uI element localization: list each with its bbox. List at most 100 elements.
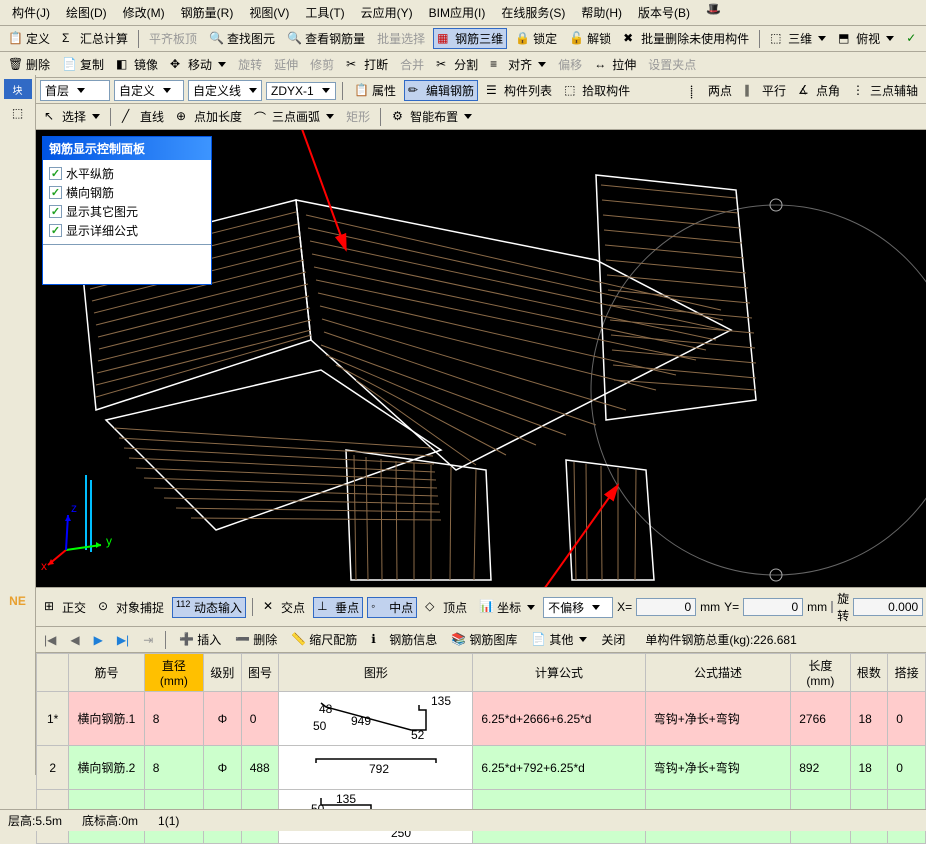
menu-version[interactable]: 版本号(B) bbox=[630, 2, 698, 23]
table-row[interactable]: 1* 横向钢筋.1 8 Φ 0 135 48 949 50 52 bbox=[37, 692, 926, 746]
mid-toggle[interactable]: ◦中点 bbox=[367, 597, 417, 618]
nav-next-button[interactable]: ▶| bbox=[113, 631, 133, 649]
cell-num[interactable]: 横向钢筋.2 bbox=[69, 746, 144, 790]
cell-dia[interactable]: 8 bbox=[144, 746, 203, 790]
split-button[interactable]: ✂分割 bbox=[432, 54, 482, 75]
cell-cnt[interactable]: 18 bbox=[850, 692, 888, 746]
edit-rebar-button[interactable]: ✏编辑钢筋 bbox=[404, 80, 478, 101]
cell-cnt[interactable]: 18 bbox=[850, 746, 888, 790]
menu-modify[interactable]: 修改(M) bbox=[115, 2, 173, 23]
col-num[interactable]: 筋号 bbox=[69, 654, 144, 692]
cell-desc[interactable]: 弯钩+净长+弯钩 bbox=[645, 692, 790, 746]
extend-button[interactable]: 延伸 bbox=[270, 54, 302, 75]
menu-view[interactable]: 视图(V) bbox=[241, 2, 297, 23]
rotate-button[interactable]: 旋转 bbox=[234, 54, 266, 75]
subcat-dropdown[interactable]: 自定义线 bbox=[188, 80, 262, 101]
rotate-input[interactable] bbox=[853, 598, 923, 616]
strip-icon-ne[interactable]: NE bbox=[4, 591, 32, 611]
table-row[interactable]: 2 横向钢筋.2 8 Φ 488 792 6.25*d+792+6.25*d 弯… bbox=[37, 746, 926, 790]
panel-title[interactable]: 钢筋显示控制面板 bbox=[43, 137, 211, 160]
offset-button[interactable]: 偏移 bbox=[554, 54, 586, 75]
nav-end-button[interactable]: ⇥ bbox=[139, 631, 157, 649]
col-grade[interactable]: 级别 bbox=[204, 654, 242, 692]
col-lap[interactable]: 搭接 bbox=[888, 654, 926, 692]
three-point-aux-button[interactable]: ⋮三点辅轴 bbox=[848, 80, 922, 101]
menu-online[interactable]: 在线服务(S) bbox=[493, 2, 573, 23]
close-button[interactable]: 关闭 bbox=[597, 629, 629, 650]
check-other-elem[interactable]: 显示其它图元 bbox=[49, 202, 205, 221]
cell-formula[interactable]: 6.25*d+2666+6.25*d bbox=[473, 692, 645, 746]
two-point-button[interactable]: ⸽两点 bbox=[686, 80, 736, 101]
other-button[interactable]: 📄其他 bbox=[527, 629, 591, 650]
delete-row-button[interactable]: ➖删除 bbox=[231, 629, 281, 650]
parallel-button[interactable]: ∥平行 bbox=[740, 80, 790, 101]
batch-delete-button[interactable]: ✖批量删除未使用构件 bbox=[619, 28, 753, 49]
menu-help[interactable]: 帮助(H) bbox=[573, 2, 630, 23]
properties-button[interactable]: 📋属性 bbox=[350, 80, 400, 101]
unlock-button[interactable]: 🔓解锁 bbox=[565, 28, 615, 49]
menu-rebar[interactable]: 钢筋量(R) bbox=[173, 2, 242, 23]
define-button[interactable]: 📋定义 bbox=[4, 28, 54, 49]
check-detail-formula[interactable]: 显示详细公式 bbox=[49, 221, 205, 240]
offset-mode-dropdown[interactable]: 不偏移 bbox=[543, 597, 613, 618]
vertex-toggle[interactable]: ◇顶点 bbox=[421, 597, 471, 618]
cell-dia[interactable]: 8 bbox=[144, 692, 203, 746]
menu-bim[interactable]: BIM应用(I) bbox=[421, 2, 494, 23]
cell-lap[interactable]: 0 bbox=[888, 746, 926, 790]
add-length-button[interactable]: ⊕点加长度 bbox=[172, 106, 246, 127]
persp-button[interactable]: ⬒俯视 bbox=[834, 28, 898, 49]
col-diameter[interactable]: 直径(mm) bbox=[144, 654, 203, 692]
cell-fig[interactable]: 488 bbox=[241, 746, 279, 790]
batch-select-button[interactable]: 批量选择 bbox=[373, 28, 429, 49]
lock-aspect-checkbox[interactable] bbox=[831, 601, 833, 613]
move-button[interactable]: ✥移动 bbox=[166, 54, 230, 75]
snap-toggle[interactable]: ⊙对象捕捉 bbox=[94, 597, 168, 618]
checkbox-icon[interactable] bbox=[49, 186, 62, 199]
menu-tools[interactable]: 工具(T) bbox=[297, 2, 352, 23]
align-slab-button[interactable]: 平齐板顶 bbox=[145, 28, 201, 49]
select-button[interactable]: ↖选择 bbox=[40, 106, 104, 127]
find-elem-button[interactable]: 🔍查找图元 bbox=[205, 28, 279, 49]
line-button[interactable]: ╱直线 bbox=[118, 106, 168, 127]
hardhat-icon[interactable]: 🎩 bbox=[706, 2, 722, 18]
sum-calc-button[interactable]: Σ汇总计算 bbox=[58, 28, 132, 49]
view-3d-button[interactable]: ⬚三维 bbox=[766, 28, 830, 49]
three-arc-button[interactable]: ⌒三点画弧 bbox=[250, 106, 338, 127]
floor-dropdown[interactable]: 首层 bbox=[40, 80, 110, 101]
mirror-button[interactable]: ◧镜像 bbox=[112, 54, 162, 75]
cell-lap[interactable]: 0 bbox=[888, 692, 926, 746]
col-formula[interactable]: 计算公式 bbox=[473, 654, 645, 692]
align-button[interactable]: ≡对齐 bbox=[486, 54, 550, 75]
col-fig[interactable]: 图号 bbox=[241, 654, 279, 692]
ortho-toggle[interactable]: ⊞正交 bbox=[40, 597, 90, 618]
point-angle-button[interactable]: ∡点角 bbox=[794, 80, 844, 101]
element-dropdown[interactable]: ZDYX-1 bbox=[266, 82, 336, 100]
rebar-3d-button[interactable]: ▦钢筋三维 bbox=[433, 28, 507, 49]
dyn-input-toggle[interactable]: 112动态输入 bbox=[172, 597, 246, 618]
menu-component[interactable]: 构件(J) bbox=[4, 2, 58, 23]
lock-button[interactable]: 🔒锁定 bbox=[511, 28, 561, 49]
col-length[interactable]: 长度(mm) bbox=[791, 654, 850, 692]
set-grip-button[interactable]: 设置夹点 bbox=[644, 54, 700, 75]
category-dropdown[interactable]: 自定义 bbox=[114, 80, 184, 101]
col-count[interactable]: 根数 bbox=[850, 654, 888, 692]
checkbox-icon[interactable] bbox=[49, 205, 62, 218]
col-rownum[interactable] bbox=[37, 654, 69, 692]
trim-button[interactable]: 修剪 bbox=[306, 54, 338, 75]
nav-prev-button[interactable]: ◀ bbox=[66, 631, 83, 649]
coord-toggle[interactable]: 📊坐标 bbox=[475, 597, 539, 618]
pick-comp-button[interactable]: ⬚拾取构件 bbox=[560, 80, 634, 101]
checkbox-icon[interactable] bbox=[49, 167, 62, 180]
check-transverse-rebar[interactable]: 横向钢筋 bbox=[49, 183, 205, 202]
y-input[interactable] bbox=[743, 598, 803, 616]
rect-button[interactable]: 矩形 bbox=[342, 106, 374, 127]
cell-formula[interactable]: 6.25*d+792+6.25*d bbox=[473, 746, 645, 790]
perp-toggle[interactable]: ⊥垂点 bbox=[313, 597, 363, 618]
col-shape[interactable]: 图形 bbox=[279, 654, 473, 692]
cell-grade[interactable]: Φ bbox=[204, 746, 242, 790]
menu-draw[interactable]: 绘图(D) bbox=[58, 2, 115, 23]
strip-icon-1[interactable]: ⬚ bbox=[4, 103, 32, 123]
merge-button[interactable]: 合并 bbox=[396, 54, 428, 75]
cell-grade[interactable]: Φ bbox=[204, 692, 242, 746]
intersection-toggle[interactable]: ✕交点 bbox=[259, 597, 309, 618]
